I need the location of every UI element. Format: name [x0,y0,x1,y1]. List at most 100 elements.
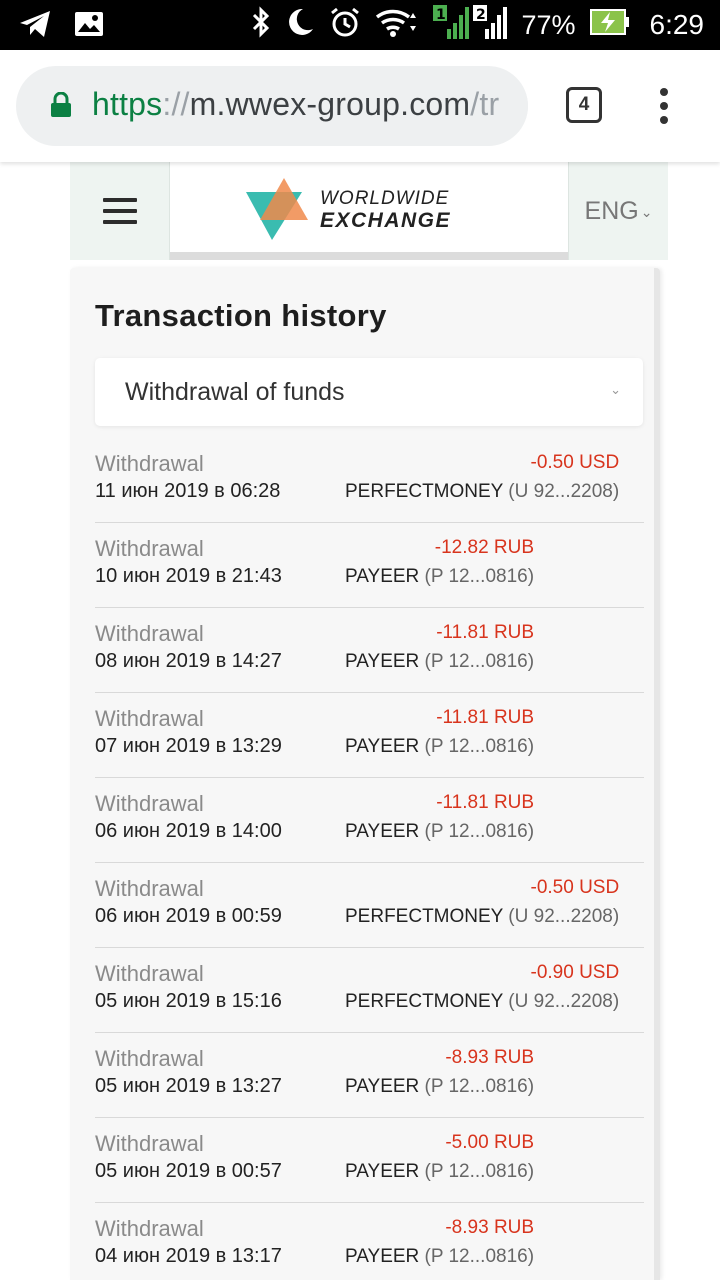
chevron-down-icon: ⌄ [640,203,653,220]
transaction-type: Withdrawal [95,791,204,816]
transaction-type: Withdrawal [95,1131,204,1156]
transaction-row: Withdrawal 07 июн 2019 в 13:29 -11.81 RUB P… [95,693,644,778]
status-bar: 1 2 77% 6:29 [0,0,720,50]
account-number: (P 12...0816) [424,1246,535,1267]
logo-mark-icon [246,178,308,240]
transaction-type: Withdrawal [95,706,204,731]
hamburger-menu-button[interactable] [70,162,170,260]
payment-system: PAYEER [345,566,420,587]
status-bar-system: 1 2 77% 6:29 [251,0,704,50]
status-bar-notifications [18,9,104,44]
transaction-details: -8.93 RUB PAYEER (P 12...0816) [345,1046,534,1099]
transaction-method: PAYEER (P 12...0816) [345,565,534,589]
transaction-row: Withdrawal 05 июн 2019 в 13:27 -8.93 RUB PA… [95,1033,644,1118]
transaction-amount: -0.50 USD [530,877,620,898]
image-icon [74,11,104,42]
payment-system: PAYEER [345,1246,420,1267]
filter-selected-value: Withdrawal of funds [125,378,345,406]
transaction-row: Withdrawal 08 июн 2019 в 14:27 -11.81 RUB P… [95,608,644,693]
transaction-details: -0.50 USD PERFECTMONEY (U 92...2208) [345,451,619,504]
transaction-amount: -5.00 RUB [445,1132,535,1153]
account-number: (P 12...0816) [424,821,535,842]
transaction-type: Withdrawal [95,536,204,561]
language-label: ENG [584,196,639,225]
language-selector[interactable]: ENG ⌄ [568,162,668,260]
address-bar[interactable]: https://m.wwex-group.com/tr [16,66,528,146]
transaction-amount: -11.81 RUB [436,707,535,728]
transaction-row: Withdrawal 10 июн 2019 в 21:43 -12.82 RUB P… [95,523,644,608]
transaction-date: 05 июн 2019 в 00:57 [95,1160,282,1182]
transaction-date: 06 июн 2019 в 14:00 [95,820,282,842]
transaction-amount: -0.50 USD [530,452,620,473]
account-number: (P 12...0816) [424,566,535,587]
transaction-date: 05 июн 2019 в 15:16 [95,990,282,1012]
transaction-filter-select[interactable]: Withdrawal of funds ⌄ [95,358,643,426]
sim2-label: 2 [476,7,486,23]
transaction-method: PERFECTMONEY (U 92...2208) [345,990,619,1014]
more-menu-icon[interactable] [652,88,676,124]
transaction-method: PAYEER (P 12...0816) [345,1160,534,1184]
transaction-amount: -11.81 RUB [436,622,535,643]
transaction-date: 06 июн 2019 в 00:59 [95,905,282,927]
transaction-method: PAYEER (P 12...0816) [345,820,534,844]
transaction-method: PAYEER (P 12...0816) [345,1245,534,1269]
transaction-date: 10 июн 2019 в 21:43 [95,565,282,587]
account-number: (P 12...0816) [424,1161,535,1182]
payment-system: PERFECTMONEY [345,906,504,927]
transaction-method: PERFECTMONEY (U 92...2208) [345,480,619,504]
chevron-down-icon: ⌄ [610,382,621,397]
signal-icon: 1 2 [433,3,508,48]
logo-line-1: WORLDWIDE [320,188,450,209]
account-number: (U 92...2208) [508,481,620,502]
transaction-row: Withdrawal 04 июн 2019 в 13:17 -8.93 RUB PA… [95,1203,644,1280]
transaction-type: Withdrawal [95,876,204,901]
transaction-method: PAYEER (P 12...0816) [345,1075,534,1099]
account-number: (U 92...2208) [508,991,620,1012]
url-path: /tr [470,86,500,122]
url-separator: :// [162,86,190,122]
payment-system: PAYEER [345,1161,420,1182]
alarm-icon [329,6,361,45]
lock-icon [50,91,72,123]
transaction-type: Withdrawal [95,451,204,476]
transaction-details: -0.90 USD PERFECTMONEY (U 92...2208) [345,961,619,1014]
payment-system: PERFECTMONEY [345,481,504,502]
transaction-date: 04 июн 2019 в 13:17 [95,1245,282,1267]
transaction-details: -11.81 RUB PAYEER (P 12...0816) [345,791,534,844]
transaction-amount: -12.82 RUB [434,537,535,558]
bluetooth-icon [251,5,271,45]
transaction-date: 05 июн 2019 в 13:27 [95,1075,282,1097]
moon-icon [285,7,315,44]
tab-switcher-button[interactable]: 4 [566,87,602,123]
clock: 6:29 [649,9,705,40]
transaction-list: Withdrawal 11 июн 2019 в 06:28 -0.50 USD PE… [95,438,644,1280]
payment-system: PERFECTMONEY [345,991,504,1012]
sim1-label: 1 [436,7,446,23]
site-logo[interactable]: WORLDWIDE EXCHANGE [246,178,466,242]
site-header: WORLDWIDE EXCHANGE ENG ⌄ [70,162,668,260]
transaction-amount: -8.93 RUB [445,1047,535,1068]
transaction-history-card: Transaction history Withdrawal of funds … [70,268,660,1280]
transaction-row: Withdrawal 06 июн 2019 в 14:00 -11.81 RUB P… [95,778,644,863]
transaction-details: -0.50 USD PERFECTMONEY (U 92...2208) [345,876,619,929]
battery-charging-icon [589,8,630,42]
account-number: (U 92...2208) [508,906,620,927]
url-scheme: https [92,86,163,122]
transaction-row: Withdrawal 06 июн 2019 в 00:59 -0.50 USD PE… [95,863,644,948]
transaction-amount: -11.81 RUB [436,792,535,813]
transaction-row: Withdrawal 11 июн 2019 в 06:28 -0.50 USD PE… [95,438,644,523]
logo-line-2: EXCHANGE [320,209,452,232]
transaction-date: 07 июн 2019 в 13:29 [95,735,282,757]
transaction-details: -11.81 RUB PAYEER (P 12...0816) [345,621,534,674]
transaction-details: -12.82 RUB PAYEER (P 12...0816) [345,536,534,589]
transaction-details: -5.00 RUB PAYEER (P 12...0816) [345,1131,534,1184]
page-title: Transaction history [95,298,387,333]
payment-system: PAYEER [345,1076,420,1097]
account-number: (P 12...0816) [424,736,535,757]
account-number: (P 12...0816) [424,1076,535,1097]
url-host: m.wwex-group.com [189,86,471,122]
payment-system: PAYEER [345,821,420,842]
transaction-method: PAYEER (P 12...0816) [345,735,534,759]
transaction-type: Withdrawal [95,621,204,646]
transaction-row: Withdrawal 05 июн 2019 в 00:57 -5.00 RUB PA… [95,1118,644,1203]
